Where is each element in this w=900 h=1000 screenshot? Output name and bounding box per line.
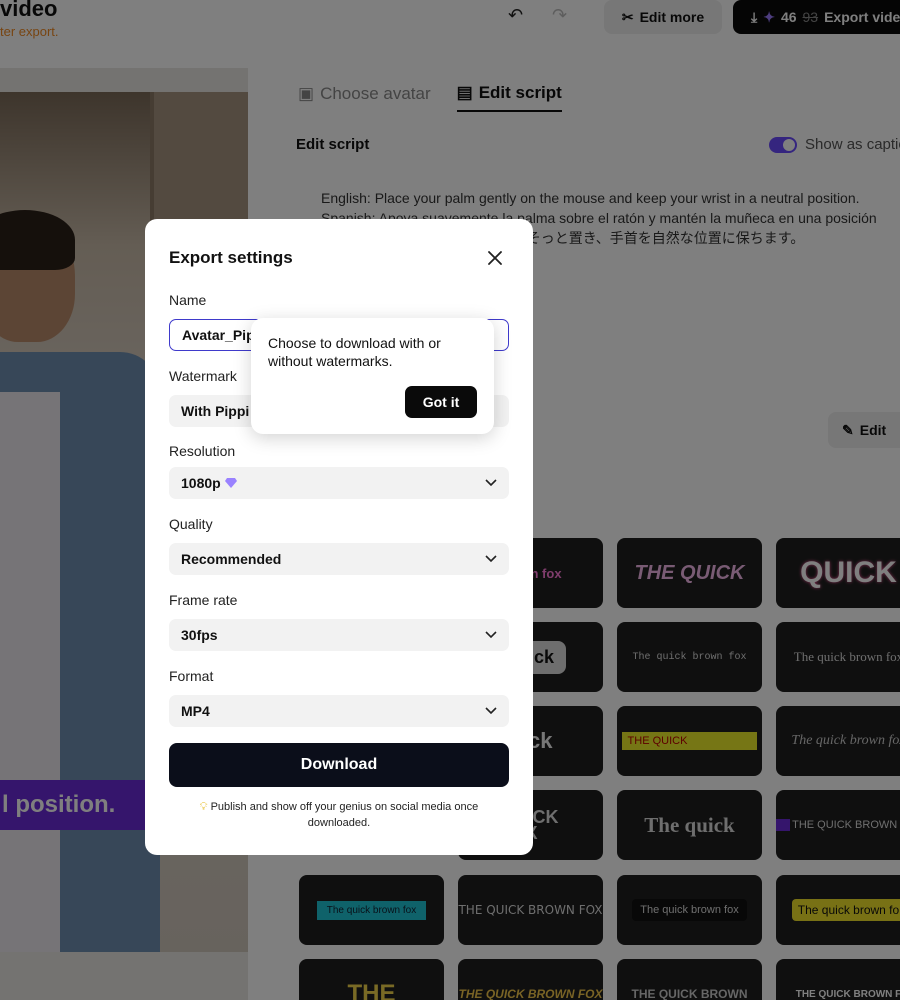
watermark-value: With Pippi bbox=[181, 403, 250, 419]
premium-diamond-icon bbox=[224, 478, 237, 488]
chevron-down-icon bbox=[485, 631, 497, 639]
frame-rate-value: 30fps bbox=[181, 627, 218, 643]
got-it-button[interactable]: Got it bbox=[405, 386, 477, 418]
resolution-value: 1080p bbox=[181, 475, 221, 491]
format-select[interactable]: MP4 bbox=[169, 695, 509, 727]
frame-rate-label: Frame rate bbox=[169, 592, 238, 608]
format-label: Format bbox=[169, 668, 214, 684]
chevron-down-icon bbox=[485, 555, 497, 563]
frame-rate-select[interactable]: 30fps bbox=[169, 619, 509, 651]
export-settings-dialog: Export settings Name Watermark With Pipp… bbox=[145, 219, 533, 855]
chevron-down-icon bbox=[485, 707, 497, 715]
publish-hint: 💡︎ Publish and show off your genius on s… bbox=[175, 799, 503, 831]
dialog-title: Export settings bbox=[169, 248, 293, 267]
close-button[interactable] bbox=[484, 247, 506, 269]
name-label: Name bbox=[169, 292, 207, 308]
quality-label: Quality bbox=[169, 516, 213, 532]
resolution-select[interactable]: 1080p bbox=[169, 467, 509, 499]
resolution-value-wrap: 1080p bbox=[181, 475, 237, 491]
watermark-label: Watermark bbox=[169, 368, 237, 384]
lightbulb-icon: 💡︎ bbox=[199, 801, 208, 813]
publish-hint-text: Publish and show off your genius on soci… bbox=[210, 801, 479, 829]
chevron-down-icon bbox=[485, 479, 497, 487]
tooltip-text: Choose to download with or without water… bbox=[268, 335, 441, 369]
close-icon bbox=[488, 251, 502, 265]
quality-value: Recommended bbox=[181, 551, 282, 567]
download-button[interactable]: Download bbox=[169, 743, 509, 787]
resolution-label: Resolution bbox=[169, 443, 236, 459]
format-value: MP4 bbox=[181, 703, 210, 719]
quality-select[interactable]: Recommended bbox=[169, 543, 509, 575]
watermark-tooltip: Choose to download with or without water… bbox=[251, 318, 494, 434]
